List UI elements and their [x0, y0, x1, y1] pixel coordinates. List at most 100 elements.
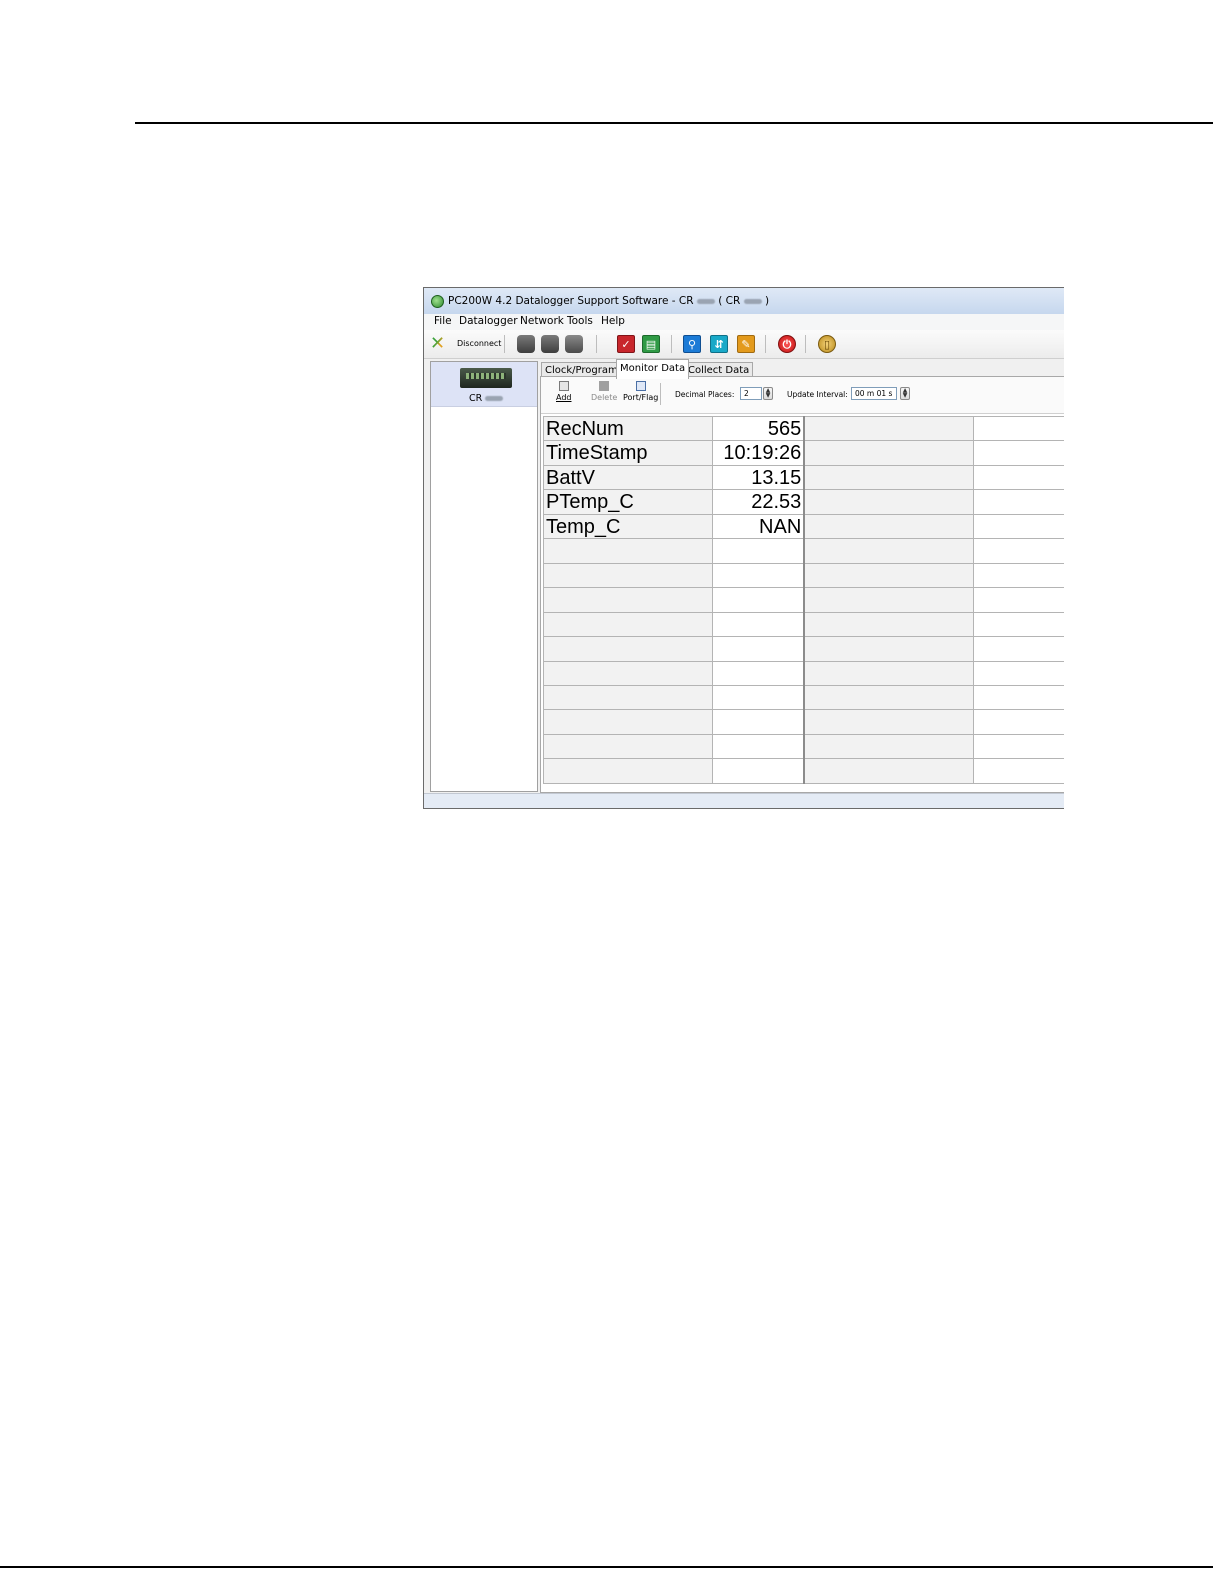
field-name-cell[interactable] [803, 538, 975, 564]
field-name-cell[interactable] [543, 538, 713, 564]
field-name-cell[interactable] [803, 709, 975, 735]
field-name-cell[interactable] [543, 709, 713, 735]
field-name-cell[interactable] [803, 440, 975, 466]
field-value-cell[interactable] [711, 562, 805, 589]
field-name-cell[interactable] [543, 684, 713, 711]
field-value-cell[interactable] [711, 636, 805, 662]
field-value-cell[interactable] [973, 489, 1064, 515]
remove-station-icon[interactable] [541, 335, 559, 353]
field-value-cell[interactable] [711, 684, 805, 711]
field-value-cell[interactable] [711, 587, 805, 613]
field-name-cell[interactable] [803, 489, 975, 515]
top-rule [135, 122, 1213, 124]
field-name-cell[interactable] [803, 733, 975, 760]
field-name-cell[interactable] [803, 758, 975, 784]
field-value-cell[interactable] [973, 587, 1064, 613]
field-name-cell[interactable] [803, 660, 975, 686]
field-name-cell[interactable] [803, 636, 975, 662]
view-data-icon[interactable]: ⚲ [683, 335, 701, 353]
menu-tools[interactable]: Tools [567, 315, 593, 327]
tab-monitor-data[interactable]: Monitor Data [616, 359, 690, 379]
decimal-places-input[interactable]: 2 [740, 387, 762, 400]
field-name-cell[interactable] [543, 660, 713, 686]
split-icon[interactable]: ✎ [737, 335, 755, 353]
toolbar-separator [660, 383, 661, 405]
field-name-cell[interactable] [543, 758, 713, 784]
field-value-cell[interactable]: 13.15 [711, 464, 805, 491]
field-name-cell[interactable]: PTemp_C [543, 489, 713, 515]
field-value-cell[interactable]: 565 [711, 415, 805, 442]
table-row [543, 611, 1064, 638]
field-name-cell[interactable] [803, 464, 975, 491]
menu-network[interactable]: Network [520, 315, 564, 327]
field-name-cell[interactable] [543, 733, 713, 760]
field-value-cell[interactable] [973, 440, 1064, 466]
field-name-cell[interactable] [803, 611, 975, 638]
field-name-cell[interactable] [803, 587, 975, 613]
field-value-cell[interactable] [973, 709, 1064, 735]
table-row [543, 684, 1064, 711]
field-value-cell[interactable] [973, 415, 1064, 442]
field-value-cell[interactable] [973, 660, 1064, 686]
disconnect-button[interactable]: ✕ Disconnect [430, 333, 501, 354]
field-name-cell[interactable] [543, 562, 713, 589]
decimal-places-spinner[interactable]: ▲ ▼ [763, 387, 773, 400]
field-name-cell[interactable]: BattV [543, 464, 713, 491]
field-name-cell[interactable] [543, 636, 713, 662]
field-value-cell[interactable]: 10:19:26 [711, 440, 805, 466]
field-value-cell[interactable] [973, 636, 1064, 662]
port-flag-button[interactable]: Port/Flag [623, 381, 658, 402]
checkbox-program-icon[interactable]: ✓ [617, 335, 635, 353]
redacted-text [743, 298, 762, 304]
field-value-cell[interactable] [711, 611, 805, 638]
short-cut-icon[interactable]: ⇵ [710, 335, 728, 353]
field-value-cell[interactable] [973, 684, 1064, 711]
field-value-cell[interactable] [973, 611, 1064, 638]
field-name-cell[interactable]: TimeStamp [543, 440, 713, 466]
field-value-cell[interactable] [973, 733, 1064, 760]
menu-file[interactable]: File [434, 315, 452, 327]
update-interval-spinner[interactable]: ▲ ▼ [900, 387, 910, 400]
field-value-cell[interactable] [973, 758, 1064, 784]
field-value-cell[interactable] [711, 758, 805, 784]
field-value-cell[interactable] [973, 562, 1064, 589]
toolbar-separator [504, 335, 505, 353]
field-value-cell[interactable]: 22.53 [711, 489, 805, 515]
station-item[interactable]: CR [431, 362, 537, 407]
field-value-cell[interactable] [973, 464, 1064, 491]
field-name-cell[interactable] [543, 611, 713, 638]
field-name-cell[interactable] [803, 562, 975, 589]
field-name-cell[interactable]: RecNum [543, 415, 713, 442]
menu-datalogger[interactable]: Datalogger [459, 315, 518, 327]
field-value-cell[interactable] [973, 538, 1064, 564]
field-name-cell[interactable]: Temp_C [543, 513, 713, 540]
port-flag-icon [635, 381, 646, 391]
bottom-rule [0, 1566, 1213, 1568]
field-name-cell[interactable] [803, 513, 975, 540]
stop-icon[interactable]: ⏻ [778, 335, 796, 353]
field-value-cell[interactable] [711, 709, 805, 735]
update-interval-input[interactable]: 00 m 01 s [851, 387, 897, 400]
field-value-cell[interactable] [711, 660, 805, 686]
disconnect-icon: ✕ [430, 333, 446, 354]
add-button[interactable]: Add [556, 381, 572, 402]
field-name-cell[interactable] [803, 415, 975, 442]
field-name-cell[interactable] [543, 587, 713, 613]
add-station-icon[interactable] [517, 335, 535, 353]
title-bar: PC200W 4.2 Datalogger Support Software -… [424, 288, 1064, 314]
help-book-icon[interactable]: ▯ [818, 335, 836, 353]
field-name-cell[interactable] [803, 684, 975, 711]
main-toolbar: ✕ Disconnect ✓ ▤ ⚲ ⇵ ✎ ⏻ ▯ [424, 330, 1064, 359]
field-value-cell[interactable]: NAN [711, 513, 805, 540]
redacted-text [696, 298, 715, 304]
transfer-icon[interactable]: ▤ [642, 335, 660, 353]
table-row [543, 538, 1064, 564]
delete-button[interactable]: Delete [591, 381, 617, 402]
field-value-cell[interactable] [711, 733, 805, 760]
menu-help[interactable]: Help [601, 315, 625, 327]
field-value-cell[interactable] [711, 538, 805, 564]
table-row [543, 709, 1064, 735]
field-value-cell[interactable] [973, 513, 1064, 540]
title-suffix: ) [761, 295, 770, 307]
setup-wizard-icon[interactable] [565, 335, 583, 353]
